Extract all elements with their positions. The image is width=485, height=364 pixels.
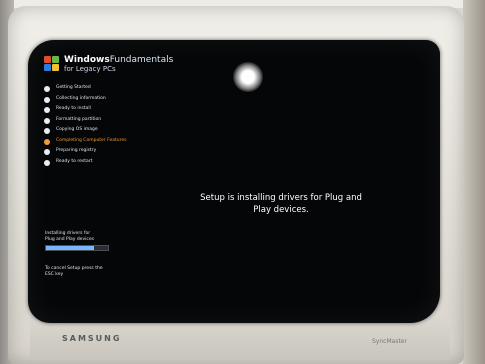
setup-message-line: Play devices. <box>253 205 309 215</box>
step-label: Formatting partition <box>56 116 102 122</box>
install-status: Installing drivers for Plug and Play dev… <box>45 231 135 243</box>
setup-step: Completing Computer Features <box>44 137 184 148</box>
status-line: Plug and Play devices <box>45 237 94 242</box>
setup-message-line: Setup is installing drivers for Plug and <box>200 193 362 203</box>
windows-flag-icon <box>44 56 60 72</box>
note-line: ESC key <box>45 272 64 277</box>
setup-step: Copying OS image <box>44 126 184 137</box>
setup-step: Preparing registry <box>44 147 184 158</box>
cancel-note: To cancel Setup press the ESC key <box>45 266 103 278</box>
step-label: Ready to restart <box>56 158 93 164</box>
monitor-model: SyncMaster <box>372 338 407 345</box>
product-suffix: Fundamentals <box>109 55 174 65</box>
setup-message: Setup is installing drivers for Plug and… <box>176 192 386 216</box>
step-label: Collecting information <box>56 95 106 101</box>
progress-bar <box>45 245 109 251</box>
setup-steps: Getting Started Collecting information R… <box>44 84 184 168</box>
step-label: Copying OS image <box>56 127 98 132</box>
setup-step: Ready to restart <box>44 158 184 169</box>
step-label: Preparing registry <box>56 148 97 153</box>
step-bullet-icon <box>44 117 50 124</box>
product-subtitle: for Legacy PCs <box>64 65 116 73</box>
step-bullet-icon <box>44 107 50 113</box>
screen-glare <box>233 62 263 92</box>
room-right-edge <box>463 0 485 364</box>
monitor-screen: WindowsFundamentals for Legacy PCs Getti… <box>28 40 440 323</box>
setup-step: Getting Started <box>44 84 184 95</box>
step-bullet-icon <box>44 96 50 103</box>
product-title: WindowsFundamentals <box>64 55 173 65</box>
step-bullet-icon <box>44 128 50 134</box>
step-bullet-icon <box>44 86 50 92</box>
setup-step: Collecting information <box>44 95 184 106</box>
progress-fill <box>46 246 95 250</box>
step-bullet-icon <box>44 149 50 155</box>
setup-step: Formatting partition <box>44 116 184 127</box>
step-label: Ready to install <box>56 106 91 111</box>
step-label: Completing Computer Features <box>56 137 127 143</box>
step-bullet-icon <box>44 138 50 145</box>
monitor-brand: SAMSUNG <box>62 334 122 343</box>
product-word: Windows <box>64 55 110 65</box>
step-bullet-icon <box>44 159 50 166</box>
step-label: Getting Started <box>56 85 91 90</box>
setup-step: Ready to install <box>44 105 184 116</box>
